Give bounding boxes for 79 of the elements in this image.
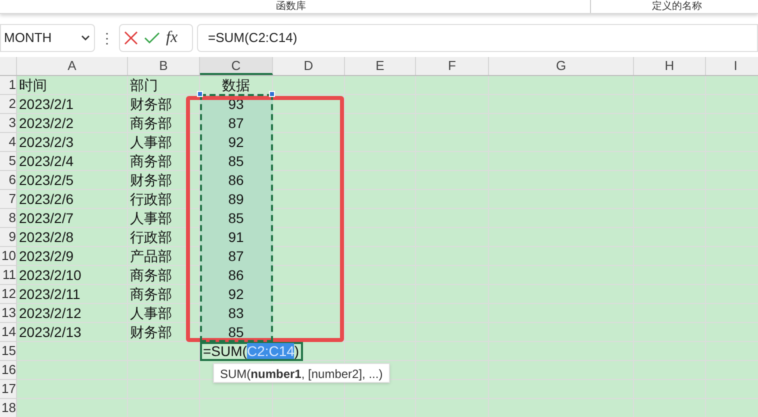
table-cell: 2023/2/6: [17, 190, 128, 209]
table-cell: 人事部: [128, 209, 200, 228]
table-cell: 2023/2/10: [17, 266, 128, 285]
row-header[interactable]: 10: [0, 247, 17, 266]
table-cell: 商务部: [128, 266, 200, 285]
formula-input[interactable]: =SUM(C2:C14): [197, 24, 758, 52]
ribbon-group-label: 定义的名称: [652, 0, 702, 13]
table-cell: 85: [200, 209, 273, 228]
column-header[interactable]: D: [273, 57, 345, 75]
table-cell: 财务部: [128, 171, 200, 190]
checkmark-icon[interactable]: [144, 32, 160, 44]
row-header[interactable]: 5: [0, 152, 17, 171]
cancel-icon[interactable]: [124, 31, 138, 45]
table-cell: 87: [200, 247, 273, 266]
column-header[interactable]: G: [489, 57, 634, 75]
column-header[interactable]: E: [345, 57, 416, 75]
table-cell: 2023/2/7: [17, 209, 128, 228]
table-cell: 2023/2/5: [17, 171, 128, 190]
row-header[interactable]: 13: [0, 304, 17, 323]
table-cell: 产品部: [128, 247, 200, 266]
name-box[interactable]: MONTH: [0, 24, 95, 52]
column-header[interactable]: I: [706, 57, 758, 75]
row-header[interactable]: 9: [0, 228, 17, 247]
table-cell: 行政部: [128, 190, 200, 209]
table-cell: 2023/2/9: [17, 247, 128, 266]
insert-function-button[interactable]: fx: [166, 26, 178, 50]
table-cell: 2023/2/2: [17, 114, 128, 133]
table-cell: 2023/2/8: [17, 228, 128, 247]
selection-handle[interactable]: [197, 91, 203, 97]
table-cell: 2023/2/3: [17, 133, 128, 152]
table-cell: 商务部: [128, 152, 200, 171]
row-header[interactable]: 1: [0, 76, 17, 95]
table-cell: 部门: [128, 76, 200, 95]
function-tooltip: SUM(number1, [number2], ...): [213, 363, 390, 383]
selection-handle[interactable]: [269, 91, 275, 97]
table-cell: 2023/2/1: [17, 95, 128, 114]
table-cell: 商务部: [128, 285, 200, 304]
column-header[interactable]: A: [17, 57, 128, 75]
more-options-icon[interactable]: ⋮: [99, 28, 115, 48]
column-header[interactable]: F: [416, 57, 489, 75]
table-cell: 2023/2/13: [17, 323, 128, 342]
chevron-down-icon: [81, 35, 90, 41]
table-cell: 数据: [200, 76, 273, 95]
ribbon-group-label: 函数库: [276, 0, 306, 13]
row-header[interactable]: 7: [0, 190, 17, 209]
table-cell: 人事部: [128, 133, 200, 152]
row-header[interactable]: 15: [0, 342, 17, 361]
table-cell: 时间: [17, 76, 128, 95]
table-cell: 87: [200, 114, 273, 133]
row-header[interactable]: 17: [0, 380, 17, 399]
table-cell: 财务部: [128, 323, 200, 342]
table-cell: 行政部: [128, 228, 200, 247]
row-header[interactable]: 8: [0, 209, 17, 228]
column-header[interactable]: C: [200, 57, 273, 75]
table-cell: 91: [200, 228, 273, 247]
table-cell: 92: [200, 133, 273, 152]
editing-cell[interactable]: =SUM(C2:C14): [200, 342, 304, 361]
table-cell: 89: [200, 190, 273, 209]
table-cell: 2023/2/4: [17, 152, 128, 171]
table-cell: 85: [200, 152, 273, 171]
table-cell: 人事部: [128, 304, 200, 323]
table-cell: 财务部: [128, 95, 200, 114]
row-header[interactable]: 16: [0, 361, 17, 380]
table-cell: 2023/2/11: [17, 285, 128, 304]
table-cell: 商务部: [128, 114, 200, 133]
column-header[interactable]: H: [634, 57, 706, 75]
row-header[interactable]: 14: [0, 323, 17, 342]
row-header[interactable]: 18: [0, 399, 17, 417]
table-cell: 83: [200, 304, 273, 323]
row-header[interactable]: 3: [0, 114, 17, 133]
table-cell: 92: [200, 285, 273, 304]
row-header[interactable]: 12: [0, 285, 17, 304]
table-cell: 86: [200, 266, 273, 285]
table-cell: 2023/2/12: [17, 304, 128, 323]
row-header[interactable]: 2: [0, 95, 17, 114]
row-header[interactable]: 11: [0, 266, 17, 285]
row-header[interactable]: 6: [0, 171, 17, 190]
row-header[interactable]: 4: [0, 133, 17, 152]
table-cell: 86: [200, 171, 273, 190]
